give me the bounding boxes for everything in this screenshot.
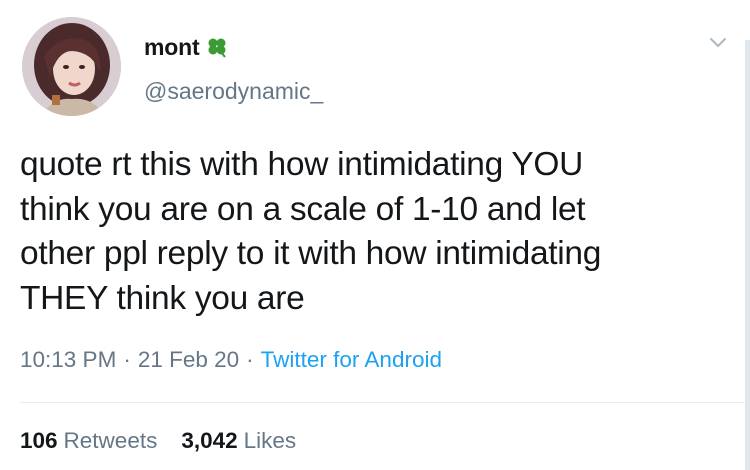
display-name[interactable]: mont	[144, 34, 200, 61]
meta-separator: ·	[246, 347, 254, 372]
meta-separator: ·	[123, 347, 131, 372]
likes-label: Likes	[243, 428, 297, 453]
tweet-time[interactable]: 10:13 PM	[20, 347, 116, 373]
tweet-text: quote rt this with how intimidating YOU …	[20, 143, 725, 321]
avatar-image	[22, 17, 121, 116]
divider	[20, 402, 750, 403]
retweets-count: 106	[20, 428, 58, 453]
tweet-stats: 106 Retweets 3,042 Likes	[20, 428, 320, 454]
likes-stat[interactable]: 3,042 Likes	[181, 428, 296, 454]
avatar[interactable]	[22, 17, 121, 116]
scrollbar[interactable]	[745, 40, 750, 470]
retweets-label: Retweets	[63, 428, 158, 453]
clover-icon	[208, 38, 227, 58]
user-handle[interactable]: @saerodynamic_	[144, 78, 323, 105]
tweet-meta: 10:13 PM · 21 Feb 20 · Twitter for Andro…	[20, 347, 442, 373]
tweet-source-link[interactable]: Twitter for Android	[261, 347, 442, 373]
tweet-card: mont @saerodynamic_ quote rt this with h…	[0, 0, 750, 470]
likes-count: 3,042	[181, 428, 238, 453]
tweet-text-line: THEY think you are	[20, 279, 305, 317]
retweets-stat[interactable]: 106 Retweets	[20, 428, 157, 454]
chevron-down-icon[interactable]	[708, 36, 728, 50]
tweet-date[interactable]: 21 Feb 20	[138, 347, 239, 373]
tweet-text-line: other ppl reply to it with how intimidat…	[20, 235, 602, 272]
display-name-row: mont	[144, 33, 229, 61]
tweet-text-line: think you are on a scale of 1-10 and let	[20, 190, 586, 228]
tweet-text-line: quote rt this with how intimidating YOU	[20, 146, 584, 183]
